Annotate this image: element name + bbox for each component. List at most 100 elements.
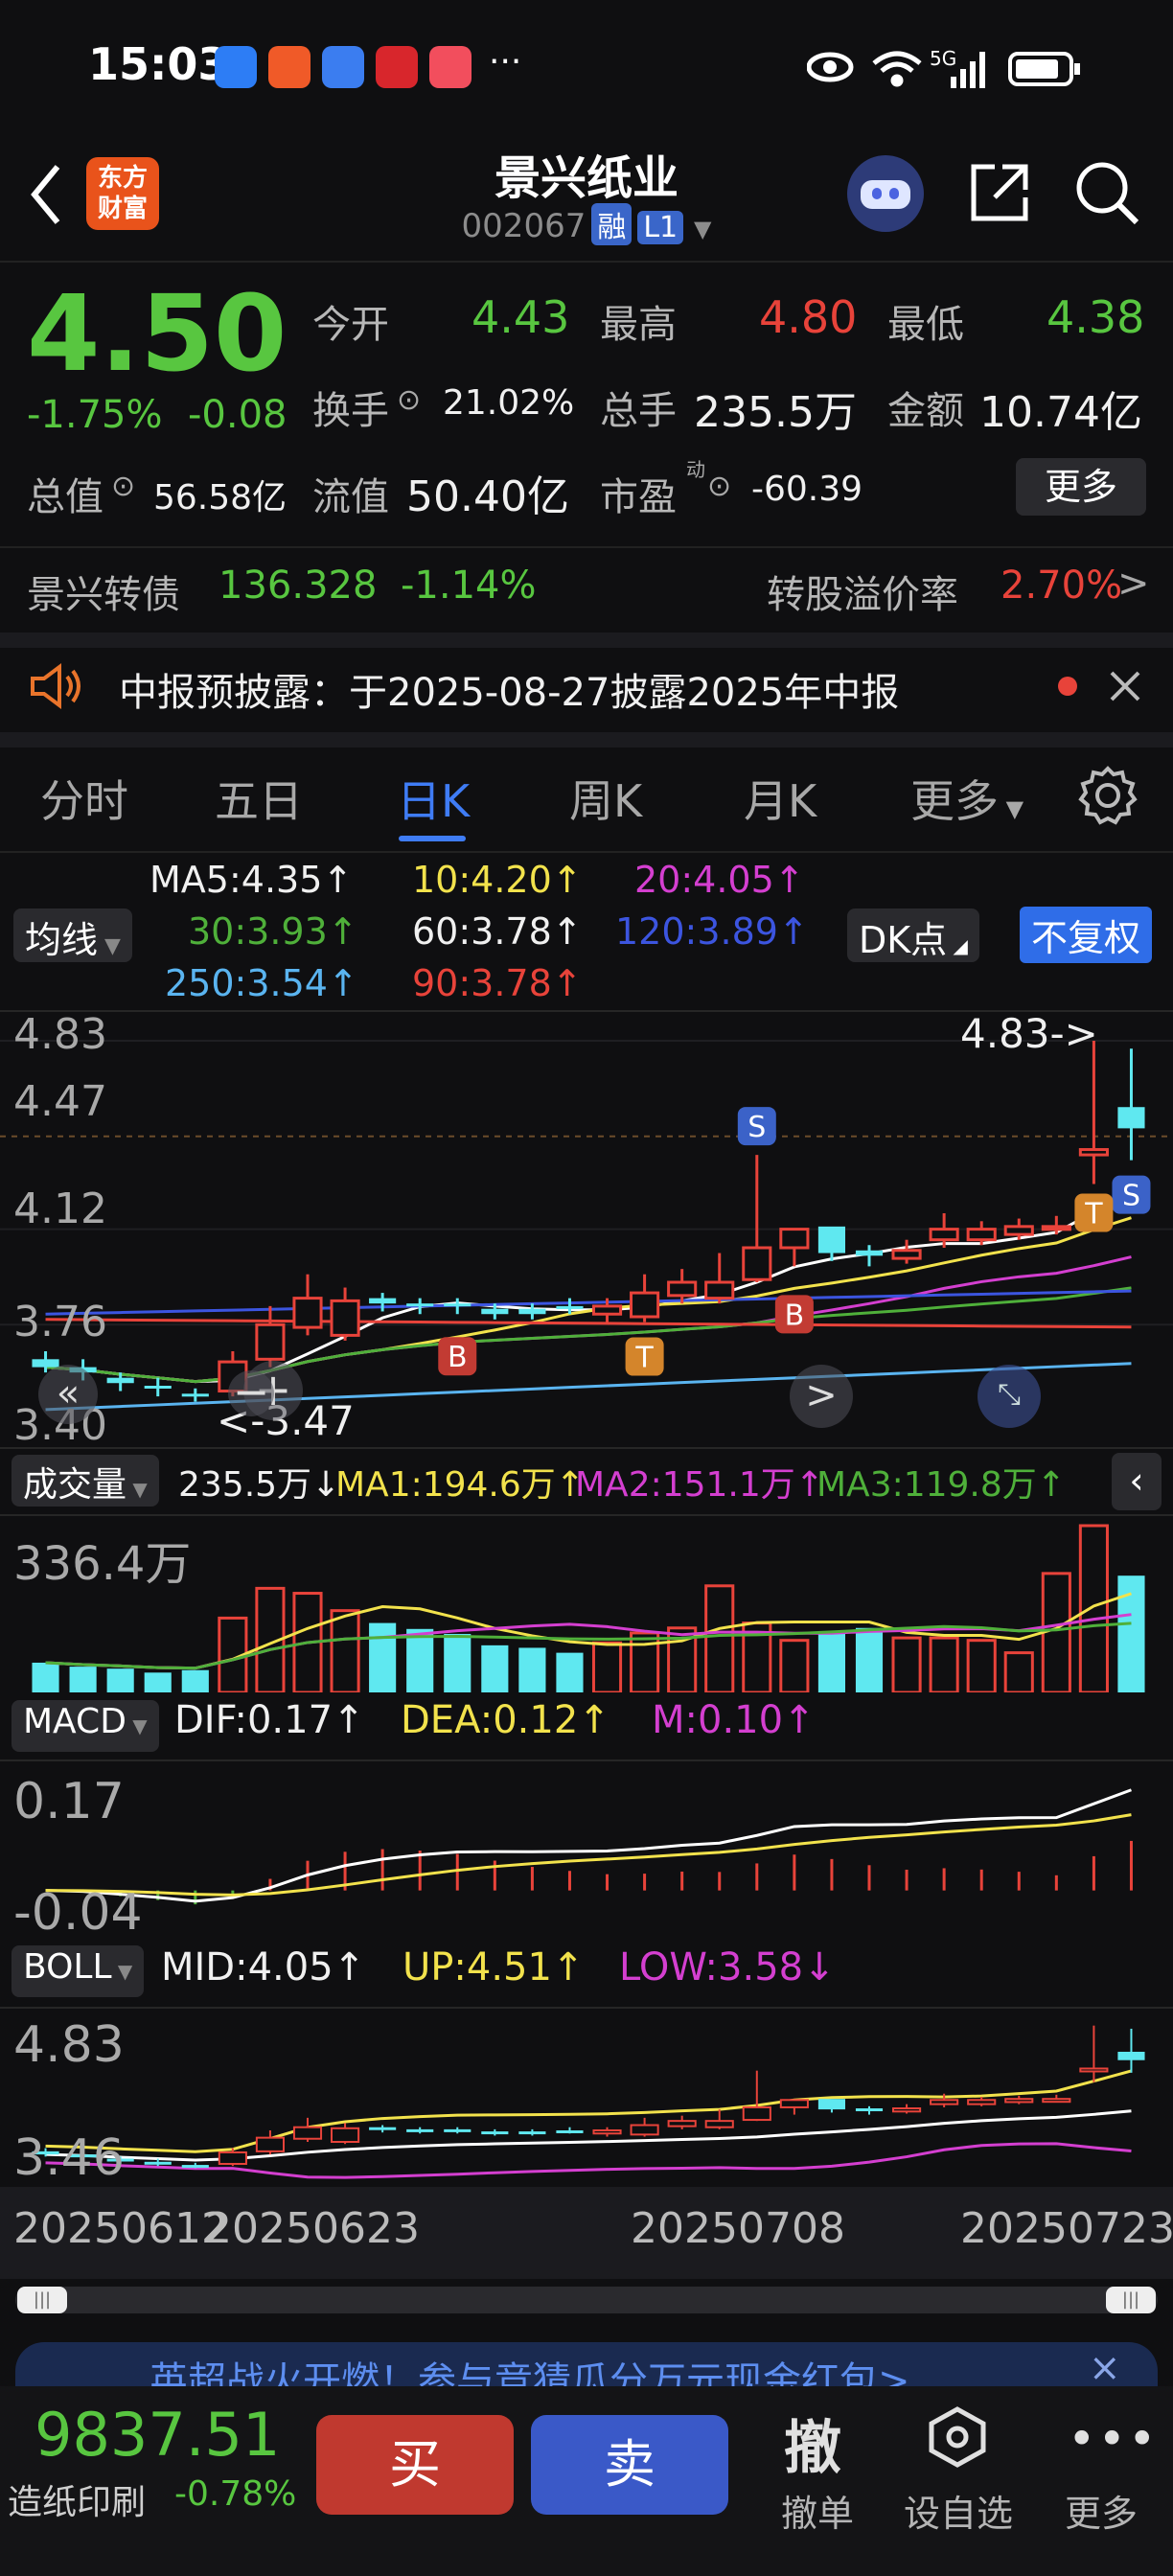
zoom-out-icon[interactable]: − [228,1369,274,1416]
tab-monthly-k[interactable]: 月K [744,767,816,830]
boll-candle-body [481,2131,509,2135]
dk-point-button[interactable]: DK点 ◢ [847,908,979,962]
volume-label: 总手 [600,389,677,433]
range-handle-left[interactable]: ||| [17,2287,67,2313]
banner-close-icon[interactable]: × [1089,2346,1121,2390]
boll-candle-body [592,2128,622,2135]
candle-body [292,1297,323,1329]
boll-candle-body [630,2124,659,2136]
boll-candle-body [667,2120,697,2128]
boll-candle-body [742,2105,771,2122]
ma250-line [45,1362,1132,1412]
amount-value: 10.74亿 [979,388,1142,437]
volume-bar [704,1584,735,1694]
fullscreen-icon[interactable]: ⤡ [978,1365,1041,1428]
more-dots-icon[interactable]: ••• [1068,2411,1158,2467]
volume-bar [481,1644,509,1692]
adjust-toggle-button[interactable]: 不复权 [1020,907,1153,963]
boll-candle-body [369,2127,397,2130]
scroll-left-icon[interactable]: « [38,1365,98,1424]
withdraw-label[interactable]: 撤单 [774,2484,861,2537]
mktcap-value: 56.58亿 [153,478,288,518]
search-icon[interactable] [1071,157,1142,228]
tab-five-day[interactable]: 五日 [215,767,303,830]
more-label[interactable]: 更多 [1058,2484,1144,2537]
boll-candle-body [930,2099,959,2105]
current-price: 4.50 [27,272,288,395]
amount-label: 金额 [887,389,964,433]
bond-name[interactable]: 景兴转债 [27,564,180,619]
sector-change: -0.78% [174,2474,297,2514]
turnover-label: 换手 [312,389,389,433]
chevron-left-icon[interactable]: ‹ [1112,1453,1162,1510]
range-handle-right[interactable]: ||| [1106,2287,1156,2313]
float-value: 50.40亿 [406,472,569,521]
sector-name[interactable]: 造纸印刷 [8,2474,146,2524]
sector-index-value[interactable]: 9837.51 [34,2400,280,2470]
speaker-icon [31,663,80,709]
assistant-robot-icon[interactable] [847,155,924,232]
boll-selector[interactable]: BOLL ▼ [12,1945,145,1997]
volume-selector[interactable]: 成交量 ▼ [12,1455,159,1506]
ma30-value: 30:3.93↑ [188,910,358,953]
sell-button[interactable]: 卖 [531,2415,728,2515]
signal-badge-s: S [1112,1175,1151,1214]
volume-ma3: MA3:119.8万↑ [816,1465,1066,1505]
boll-candle-body [556,2129,584,2133]
macd-panel [0,1760,1173,1938]
app-notification-icon [429,46,472,88]
scroll-right-icon[interactable]: > [790,1365,853,1428]
boll-low: LOW:3.58↓ [619,1945,836,1990]
chevron-right-icon[interactable]: > [1117,562,1150,606]
watchlist-icon[interactable] [926,2405,989,2469]
date-label: 20250623 [205,2204,420,2253]
info-icon[interactable]: ⊙ [111,470,135,503]
badge-letter: S [1122,1180,1140,1213]
volume-bar [330,1609,360,1694]
chevron-down-icon[interactable]: ▼ [694,216,711,242]
ma90-line [45,1318,1132,1329]
wifi-icon [872,51,922,87]
boll-candle-body [444,2128,472,2132]
boll-up-line [45,2069,1132,2153]
volume-bar [69,1667,97,1692]
info-icon[interactable]: ⊙ [707,470,731,503]
watchlist-label[interactable]: 设自选 [899,2484,1018,2537]
range-scrollbar[interactable] [15,2287,1158,2313]
date-label: 20250723 [960,2204,1173,2253]
divider [0,546,1173,548]
share-icon[interactable] [966,159,1033,226]
macd-selector[interactable]: MACD ▼ [12,1700,159,1752]
status-icons: 5G [807,47,1080,88]
tab-daily-k[interactable]: 日K [397,767,470,830]
status-time: 15:03 [88,38,229,90]
tab-weekly-k[interactable]: 周K [569,767,642,830]
divider [0,632,1173,648]
ma-selector[interactable]: 均线 ▼ [13,908,132,962]
boll-candle-body [218,2150,247,2165]
candle-body [704,1280,735,1300]
boll-candle-body [704,2120,734,2128]
tab-intraday[interactable]: 分时 [40,767,128,830]
signal-badge-t: T [1074,1193,1114,1232]
tab-more[interactable]: 更多 ▼ [910,767,1024,830]
ma90-value: 90:3.78↑ [412,962,583,1004]
boll-axis-label: 3.46 [13,2129,125,2187]
info-icon[interactable]: ⊙ [397,383,421,417]
candle-body [779,1228,810,1250]
candle-body [966,1228,997,1242]
volume-bar [891,1636,922,1694]
volume-bar [106,1668,134,1692]
more-quote-button[interactable]: 更多 [1016,458,1146,516]
close-icon[interactable] [1106,667,1144,705]
low-label: 最低 [887,303,964,347]
eye-icon [807,52,854,82]
withdraw-icon[interactable]: 撤 [784,2402,841,2485]
candle-body [667,1280,698,1298]
candle-body [518,1308,546,1315]
notice-text[interactable]: 中报预披露：于2025-08-27披露2025年中报 [119,661,899,717]
boll-panel [0,2007,1173,2185]
battery-icon [1008,52,1080,86]
settings-gear-icon[interactable] [1077,765,1138,826]
buy-button[interactable]: 买 [316,2415,514,2515]
